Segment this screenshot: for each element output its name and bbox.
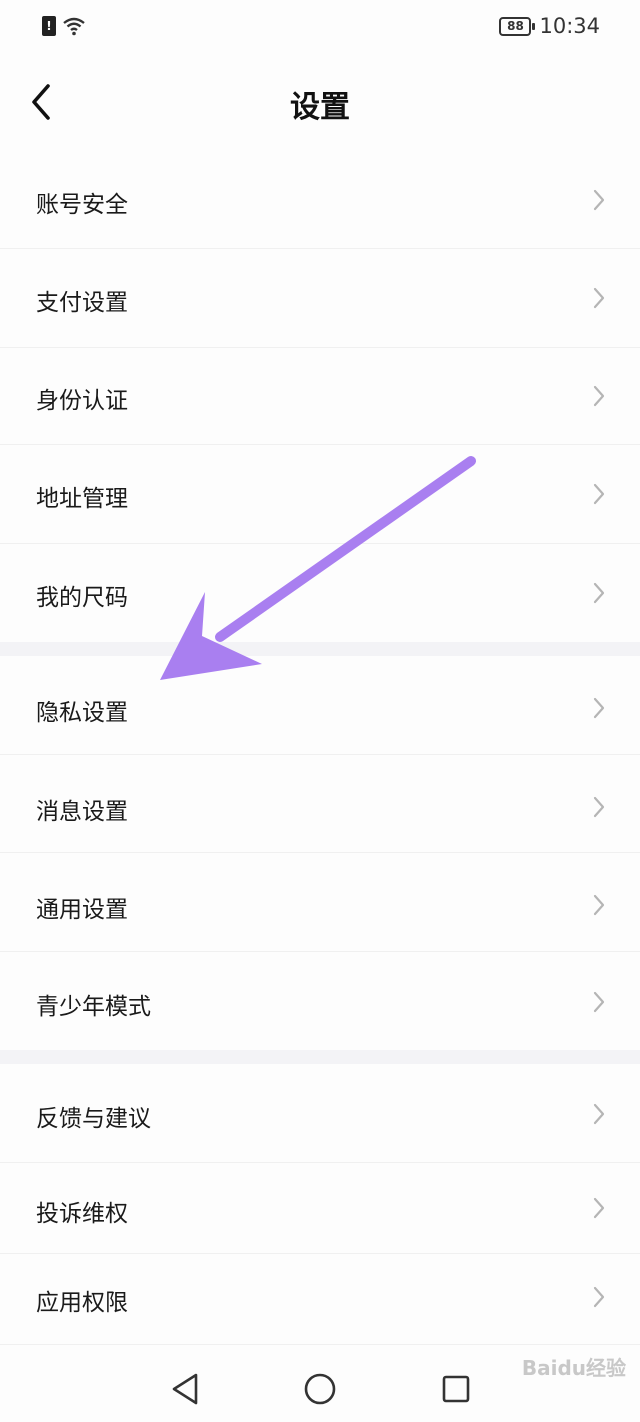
settings-item-identity[interactable]: 身份认证 [0,348,640,444]
page-title: 设置 [290,90,350,125]
settings-item-label: 消息设置 [36,799,128,825]
back-triangle-icon[interactable] [166,1369,206,1409]
chevron-right-icon [593,1197,605,1219]
recents-square-icon[interactable] [436,1369,476,1409]
wifi-icon [63,17,85,36]
status-left: ! [42,16,86,36]
settings-item-label: 支付设置 [36,290,128,316]
status-bar: ! 88 10:34 [0,0,640,56]
clock: 10:34 [539,14,600,38]
section-gap [0,642,640,656]
chevron-right-icon [593,1103,605,1125]
chevron-right-icon [593,796,605,818]
settings-item-messages[interactable]: 消息设置 [0,755,640,852]
chevron-right-icon [593,287,605,309]
settings-item-label: 地址管理 [36,486,128,512]
home-circle-icon[interactable] [300,1369,340,1409]
status-right: 88 10:34 [499,14,600,38]
chevron-right-icon [593,697,605,719]
settings-item-address[interactable]: 地址管理 [0,445,640,543]
settings-item-my-size[interactable]: 我的尺码 [0,544,640,642]
settings-item-label: 账号安全 [36,192,128,218]
settings-item-label: 隐私设置 [36,700,128,726]
chevron-right-icon [593,385,605,407]
settings-item-label: 青少年模式 [36,994,151,1020]
chevron-right-icon [593,189,605,211]
settings-item-teen-mode[interactable]: 青少年模式 [0,952,640,1050]
chevron-right-icon [593,582,605,604]
settings-item-app-permissions[interactable]: 应用权限 [0,1254,640,1344]
chevron-right-icon [593,1286,605,1308]
watermark: Baidu经验 [521,1356,626,1380]
settings-item-label: 应用权限 [36,1290,128,1316]
settings-item-general[interactable]: 通用设置 [0,853,640,951]
settings-item-feedback[interactable]: 反馈与建议 [0,1064,640,1162]
chevron-right-icon [593,894,605,916]
settings-item-label: 我的尺码 [36,585,128,611]
chevron-right-icon [593,483,605,505]
settings-item-label: 身份认证 [36,388,128,414]
settings-item-label: 通用设置 [36,897,128,923]
battery-icon: 88 [499,16,536,36]
settings-item-account-security[interactable]: 账号安全 [0,152,640,248]
section-gap [0,1050,640,1064]
settings-item-payment[interactable]: 支付设置 [0,249,640,347]
sim-alert-icon: ! [42,16,56,36]
settings-item-label: 反馈与建议 [36,1106,151,1132]
settings-item-privacy[interactable]: 隐私设置 [0,656,640,754]
chevron-right-icon [593,991,605,1013]
settings-item-label: 投诉维权 [36,1201,128,1227]
nav-bar: 设置 [0,60,640,150]
settings-item-complaints[interactable]: 投诉维权 [0,1163,640,1253]
